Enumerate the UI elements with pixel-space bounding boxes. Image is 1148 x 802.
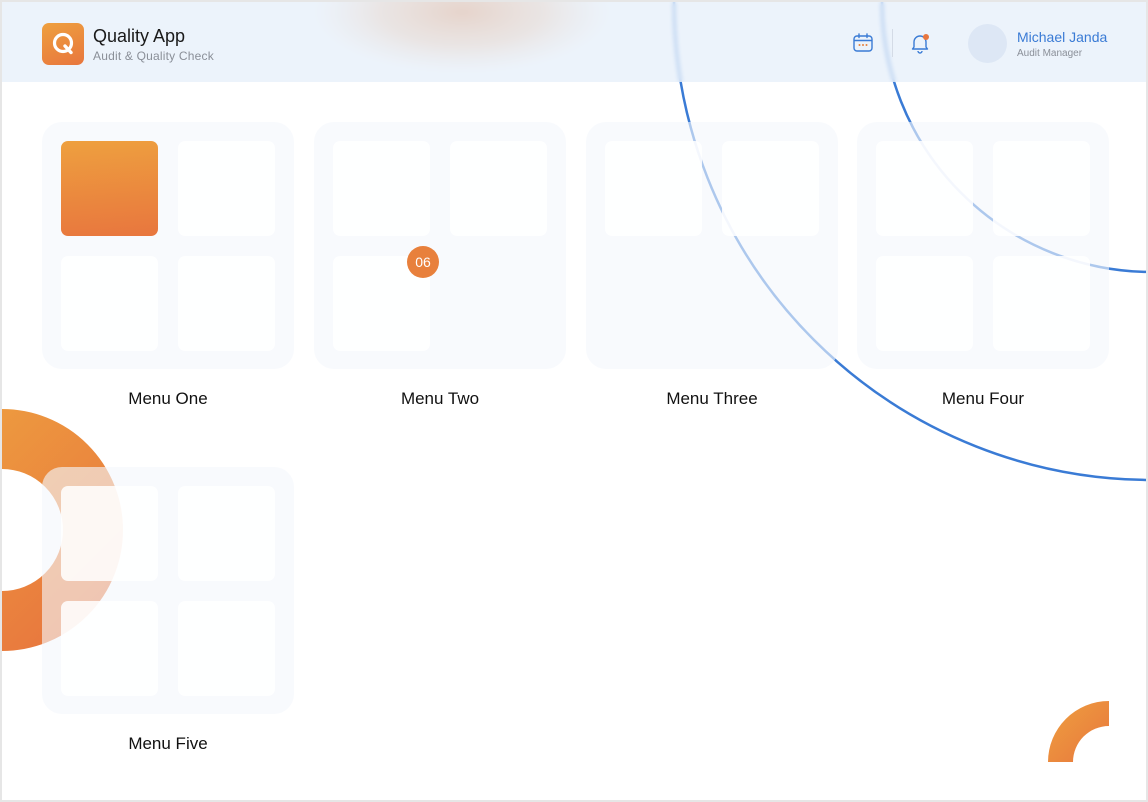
- menu-label-one[interactable]: Menu One: [42, 389, 294, 409]
- menu-tile: [61, 601, 158, 696]
- menu-tile: [178, 486, 275, 581]
- app-title: Quality App: [93, 26, 186, 46]
- menu-label-three[interactable]: Menu Three: [586, 389, 838, 409]
- menu-tile: [333, 141, 430, 236]
- top-bar: Quality App Audit & Quality Check Michae…: [2, 2, 1146, 82]
- menu-card-five[interactable]: [42, 467, 294, 714]
- menu-tile: [876, 141, 973, 236]
- menu-card-three[interactable]: [586, 122, 838, 369]
- app-window: Quality App Audit & Quality Check Michae…: [0, 0, 1148, 802]
- menu-label-two[interactable]: Menu Two: [314, 389, 566, 409]
- menu-card-four[interactable]: [857, 122, 1109, 369]
- corner-orange-arc: [1048, 701, 1109, 762]
- menu-label-five[interactable]: Menu Five: [42, 734, 294, 754]
- menu-card-one[interactable]: [42, 122, 294, 369]
- menu-tile: [61, 486, 158, 581]
- menu-label-four[interactable]: Menu Four: [857, 389, 1109, 409]
- menu-tile: [178, 141, 275, 236]
- avatar[interactable]: [968, 24, 1007, 63]
- menu-tile: [605, 141, 702, 236]
- user-name[interactable]: Michael Janda: [1017, 29, 1107, 45]
- q-logo-icon: [52, 32, 74, 55]
- menu-tile: [722, 141, 819, 236]
- menu-tile: [993, 256, 1090, 351]
- menu-tile: [61, 256, 158, 351]
- app-subtitle: Audit & Quality Check: [93, 49, 214, 63]
- menu-tile: [450, 141, 547, 236]
- header-divider: [892, 29, 893, 57]
- notifications-button[interactable]: [908, 31, 932, 55]
- menu-tile: [993, 141, 1090, 236]
- menu-tile: [178, 601, 275, 696]
- count-badge: 06: [407, 246, 439, 278]
- menu-tile: [876, 256, 973, 351]
- calendar-icon: [853, 33, 873, 52]
- menu-tile: [178, 256, 275, 351]
- menu-tile: [61, 141, 158, 236]
- menu-card-two[interactable]: 06: [314, 122, 566, 369]
- user-role: Audit Manager: [1017, 48, 1083, 59]
- bell-icon: [911, 34, 929, 54]
- app-logo[interactable]: [42, 23, 84, 65]
- calendar-button[interactable]: [851, 31, 875, 55]
